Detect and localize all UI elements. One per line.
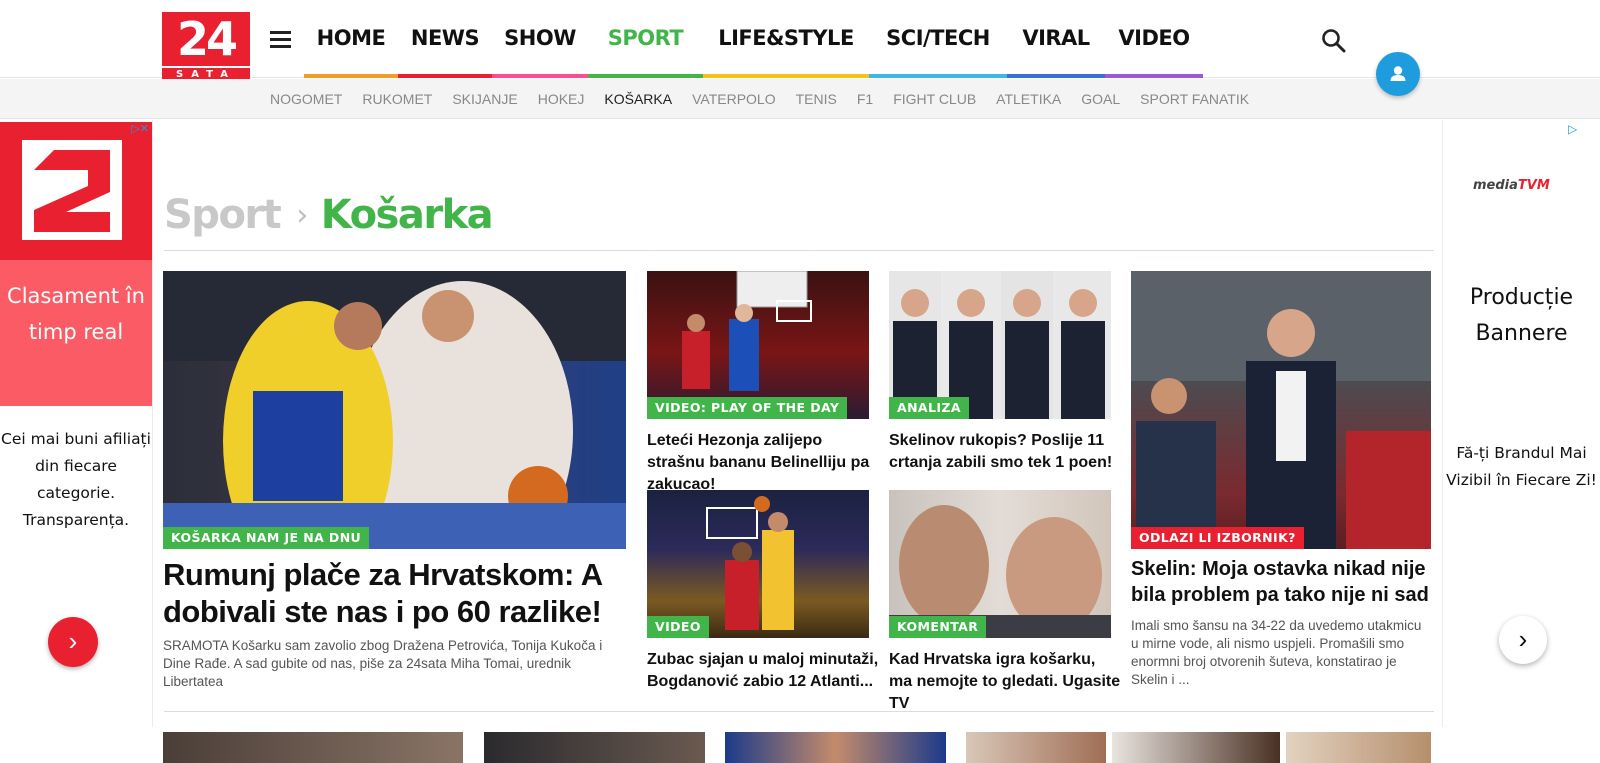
next-article-thumb[interactable] (966, 732, 1106, 763)
article-photo[interactable]: VIDEO: PLAY OF THE DAY (647, 271, 869, 419)
breadcrumb-root[interactable]: Sport (164, 192, 282, 238)
logo-subtitle: SATA (162, 66, 250, 80)
subnav-item-sport-fanatik[interactable]: SPORT FANATIK (1140, 91, 1249, 107)
nav-color-bar (588, 74, 703, 78)
article-tag[interactable]: ANALIZA (889, 397, 969, 419)
nav-item-news[interactable]: NEWS (398, 0, 492, 78)
nav-color-bar (398, 74, 492, 78)
ad-next-button[interactable]: › (48, 617, 98, 667)
nav-color-bar (1105, 74, 1203, 78)
breadcrumb: Sport › Košarka (164, 190, 494, 240)
article-photo[interactable]: VIDEO (647, 490, 869, 638)
subnav-item-tenis[interactable]: TENIS (796, 91, 837, 107)
subnav-item-goal[interactable]: GOAL (1081, 91, 1120, 107)
subnav-item-rukomet[interactable]: RUKOMET (362, 91, 432, 107)
article-tag[interactable]: ODLAZI LI IZBORNIK? (1131, 527, 1304, 549)
adchoices-icon[interactable]: ▷ (1568, 122, 1577, 136)
divider (164, 250, 1434, 251)
site-header: 24 SATA HOME NEWS SHOW SPORT LIFE&STYLE SCI/T… (0, 0, 1600, 80)
nav-item-label: NEWS (410, 26, 480, 50)
subnav-item-nogomet[interactable]: NOGOMET (270, 91, 342, 107)
main-article-teaser: SRAMOTA Košarku sam zavolio zbog Dražena… (163, 638, 603, 689)
nav-item-video[interactable]: VIDEO (1105, 0, 1203, 78)
sub-nav-list: NOGOMET RUKOMET SKIJANJE HOKEJ KOŠARKA VATERP… (270, 79, 1249, 119)
nav-color-bar (304, 74, 398, 78)
nav-color-bar (492, 74, 588, 78)
user-icon (1390, 66, 1406, 81)
nav-color-bar (1007, 74, 1105, 78)
subnav-item-atletika[interactable]: ATLETIKA (996, 91, 1061, 107)
nav-item-sci-tech[interactable]: SCI/TECH (869, 0, 1007, 78)
article-tag[interactable]: VIDEO: PLAY OF THE DAY (647, 397, 848, 419)
nav-color-bar (703, 74, 869, 78)
ad-logo-2-icon (34, 150, 110, 232)
ad-logo (0, 122, 152, 260)
ad-description: Cei mai buni afiliați din fiecare catego… (1, 430, 151, 529)
nav-item-label: SHOW (504, 26, 576, 50)
right-ad-banner[interactable]: ▷ mediaTVM Producție Bannere Fă-ți Brand… (1443, 122, 1600, 727)
nav-color-bar (869, 74, 1007, 78)
main-nav: HOME NEWS SHOW SPORT LIFE&STYLE SCI/TECH VIRAL… (304, 0, 1203, 78)
ad-description: Fă-ți Brandul Mai Vizibil în Fiecare Zi! (1446, 444, 1597, 489)
article-photo[interactable]: ANALIZA (889, 271, 1111, 419)
article-headline[interactable]: Skelin: Moja ostavka nikad nije bila pro… (1131, 556, 1436, 608)
nav-item-label: VIRAL (1022, 26, 1090, 50)
nav-item-label: VIDEO (1118, 26, 1190, 50)
ad-next-button[interactable]: › (1499, 616, 1547, 664)
nav-item-sport[interactable]: SPORT (588, 0, 703, 78)
ad-logo-frame (22, 140, 122, 240)
article-headline[interactable]: Kad Hrvatska igra košarku, ma nemojte to… (889, 649, 1121, 715)
article-teaser: Imali smo šansu na 34-22 da uvedemo utak… (1131, 618, 1422, 687)
site-logo[interactable]: 24 SATA (162, 12, 250, 80)
subnav-item-ko-arka[interactable]: KOŠARKA (604, 91, 672, 107)
ad-promo-text: Clasament în timp real (0, 260, 152, 406)
subnav-item-f1[interactable]: F1 (857, 91, 873, 107)
basketball-players-image (163, 271, 626, 549)
ad-title: Producție Bannere (1469, 285, 1574, 346)
sub-nav: NOGOMET RUKOMET SKIJANJE HOKEJ KOŠARKA VATERP… (0, 79, 1600, 119)
next-article-thumb[interactable] (1112, 732, 1280, 763)
logo-number: 24 (162, 12, 250, 66)
subnav-item-skijanje[interactable]: SKIJANJE (452, 91, 517, 107)
subnav-item-fight-club[interactable]: FIGHT CLUB (893, 91, 976, 107)
ad-brand-prefix: media (1473, 178, 1518, 193)
nav-item-label: SCI/TECH (886, 26, 990, 50)
next-article-thumb[interactable] (1286, 732, 1431, 763)
article-headline[interactable]: Zubac sjajan u maloj minutaži, Bogdanovi… (647, 649, 879, 693)
main-article-headline[interactable]: Rumunj plače za Hrvatskom: A dobivali st… (163, 556, 629, 630)
nav-item-label: HOME (316, 26, 386, 50)
user-account-button[interactable] (1376, 52, 1420, 96)
article-headline[interactable]: Skelinov rukopis? Poslije 11 crtanja zab… (889, 430, 1121, 474)
nav-item-label: LIFE&STYLE (718, 26, 854, 50)
divider (164, 711, 1434, 712)
article-tag[interactable]: KOMENTAR (889, 616, 987, 638)
coach-gesturing-image (1131, 271, 1431, 549)
article-photo[interactable]: ODLAZI LI IZBORNIK? (1131, 271, 1431, 549)
article-tag[interactable]: KOŠARKA NAM JE NA DNU (163, 527, 370, 549)
next-article-thumb[interactable] (725, 732, 946, 763)
left-ad-banner[interactable]: ▷✕ Clasament în timp real Cei mai buni a… (0, 122, 152, 727)
article-headline[interactable]: Leteći Hezonja zalijepo strašnu bananu B… (647, 430, 879, 496)
page-title: Košarka (320, 192, 494, 238)
nav-item-label: SPORT (607, 26, 684, 50)
ad-brand-logo: mediaTVM (1473, 178, 1578, 193)
nav-item-viral[interactable]: VIRAL (1007, 0, 1105, 78)
subnav-item-vaterpolo[interactable]: VATERPOLO (692, 91, 776, 107)
next-article-thumb[interactable] (163, 732, 463, 763)
nav-item-home[interactable]: HOME (304, 0, 398, 78)
breadcrumb-separator-icon: › (296, 197, 308, 233)
main-article-photo[interactable]: KOŠARKA NAM JE NA DNU (163, 271, 626, 549)
article-photo[interactable]: KOMENTAR (889, 490, 1111, 638)
menu-icon[interactable] (270, 31, 291, 48)
ad-brand-suffix: TVM (1517, 178, 1550, 193)
nav-item-life-style[interactable]: LIFE&STYLE (703, 0, 869, 78)
nav-item-show[interactable]: SHOW (492, 0, 588, 78)
article-tag[interactable]: VIDEO (647, 616, 709, 638)
subnav-item-hokej[interactable]: HOKEJ (538, 91, 585, 107)
next-article-thumb[interactable] (484, 732, 705, 763)
search-icon[interactable] (1320, 27, 1348, 55)
adchoices-icon[interactable]: ▷✕ (118, 122, 152, 138)
